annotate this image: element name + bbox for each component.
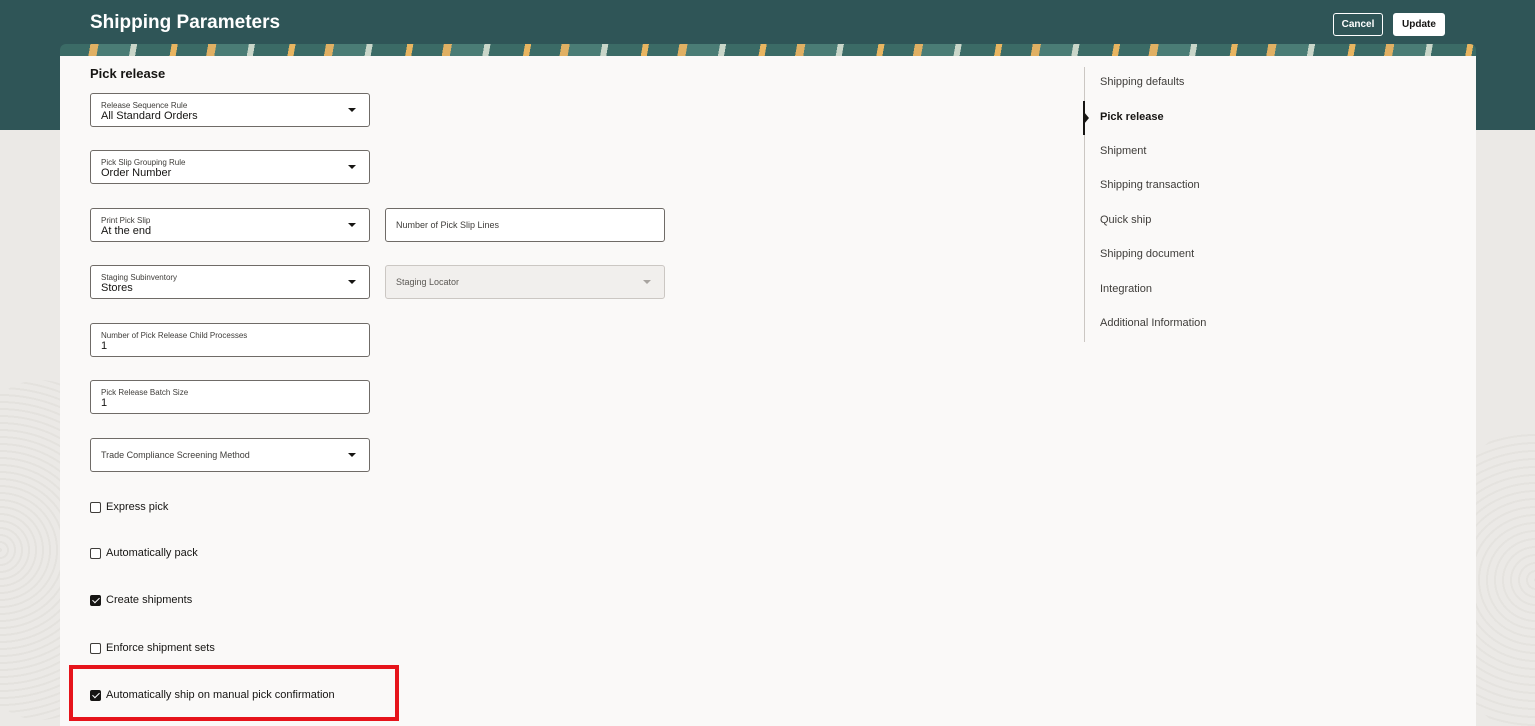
release-sequence-rule-value: All Standard Orders — [101, 110, 198, 122]
trade-compliance-select[interactable]: Trade Compliance Screening Method — [90, 438, 370, 472]
nav-item-additional-information[interactable]: Additional Information — [1100, 317, 1206, 329]
automatically-pack-label: Automatically pack — [106, 547, 198, 559]
automatically-pack-checkbox[interactable] — [90, 547, 101, 559]
staging-subinventory-label: Staging Subinventory — [101, 273, 178, 282]
release-sequence-rule-select[interactable]: Release Sequence Rule All Standard Order… — [90, 93, 370, 127]
batch-size-input[interactable]: Pick Release Batch Size 1 — [90, 380, 370, 414]
nav-item-shipping-document[interactable]: Shipping document — [1100, 248, 1194, 260]
number-of-pick-slip-lines-input[interactable]: Number of Pick Slip Lines — [385, 208, 665, 242]
create-shipments-label: Create shipments — [106, 594, 193, 606]
nav-item-integration[interactable]: Integration — [1100, 283, 1152, 295]
staging-locator-placeholder: Staging Locator — [396, 277, 460, 287]
pick-slip-grouping-rule-select[interactable]: Pick Slip Grouping Rule Order Number — [90, 150, 370, 184]
staging-locator-select: Staging Locator — [385, 265, 665, 299]
nav-item-quick-ship[interactable]: Quick ship — [1100, 214, 1151, 226]
enforce-shipment-sets-checkbox-row[interactable]: Enforce shipment sets — [90, 640, 215, 656]
child-processes-input[interactable]: Number of Pick Release Child Processes 1 — [90, 323, 370, 357]
page-title: Shipping Parameters — [90, 12, 281, 33]
triangle-right-icon — [1084, 112, 1089, 124]
staging-subinventory-select[interactable]: Staging Subinventory Stores — [90, 265, 370, 299]
express-pick-checkbox[interactable] — [90, 501, 101, 513]
update-button[interactable]: Update — [1393, 13, 1445, 36]
pick-slip-grouping-rule-value: Order Number — [101, 167, 172, 179]
child-processes-value: 1 — [101, 340, 108, 352]
create-shipments-checkbox-row[interactable]: Create shipments — [90, 592, 192, 608]
release-sequence-rule-label: Release Sequence Rule — [101, 101, 188, 110]
automatically-pack-checkbox-row[interactable]: Automatically pack — [90, 545, 198, 561]
nav-item-shipping-defaults[interactable]: Shipping defaults — [1100, 76, 1184, 88]
chevron-down-icon[interactable] — [348, 453, 356, 457]
number-of-pick-slip-lines-placeholder: Number of Pick Slip Lines — [396, 220, 500, 230]
nav-item-shipping-transaction[interactable]: Shipping transaction — [1100, 179, 1200, 191]
chevron-down-icon[interactable] — [348, 108, 356, 112]
chevron-down-icon[interactable] — [348, 223, 356, 227]
express-pick-checkbox-row[interactable]: Express pick — [90, 499, 168, 515]
checkmark-icon[interactable] — [90, 594, 101, 606]
print-pick-slip-value: At the end — [101, 225, 152, 237]
cancel-button[interactable]: Cancel — [1333, 13, 1383, 36]
chevron-down-icon[interactable] — [348, 280, 356, 284]
chevron-down-icon[interactable] — [348, 165, 356, 169]
pick-slip-grouping-rule-label: Pick Slip Grouping Rule — [101, 158, 186, 167]
express-pick-label: Express pick — [106, 501, 169, 513]
print-pick-slip-select[interactable]: Print Pick Slip At the end — [90, 208, 370, 242]
trade-compliance-placeholder: Trade Compliance Screening Method — [101, 450, 250, 460]
enforce-shipment-sets-checkbox[interactable] — [90, 642, 101, 654]
highlight-annotation — [69, 665, 399, 721]
batch-size-label: Pick Release Batch Size — [101, 388, 189, 397]
enforce-shipment-sets-label: Enforce shipment sets — [106, 642, 215, 654]
nav-item-shipment[interactable]: Shipment — [1100, 145, 1146, 157]
nav-item-pick-release[interactable]: Pick release — [1100, 111, 1164, 123]
section-nav: Shipping defaults Pick release Shipment … — [1083, 67, 1284, 342]
section-title: Pick release — [90, 66, 166, 81]
staging-subinventory-value: Stores — [101, 282, 133, 294]
print-pick-slip-label: Print Pick Slip — [101, 216, 151, 225]
child-processes-label: Number of Pick Release Child Processes — [101, 331, 248, 340]
batch-size-value: 1 — [101, 397, 108, 409]
chevron-down-icon — [643, 280, 651, 284]
